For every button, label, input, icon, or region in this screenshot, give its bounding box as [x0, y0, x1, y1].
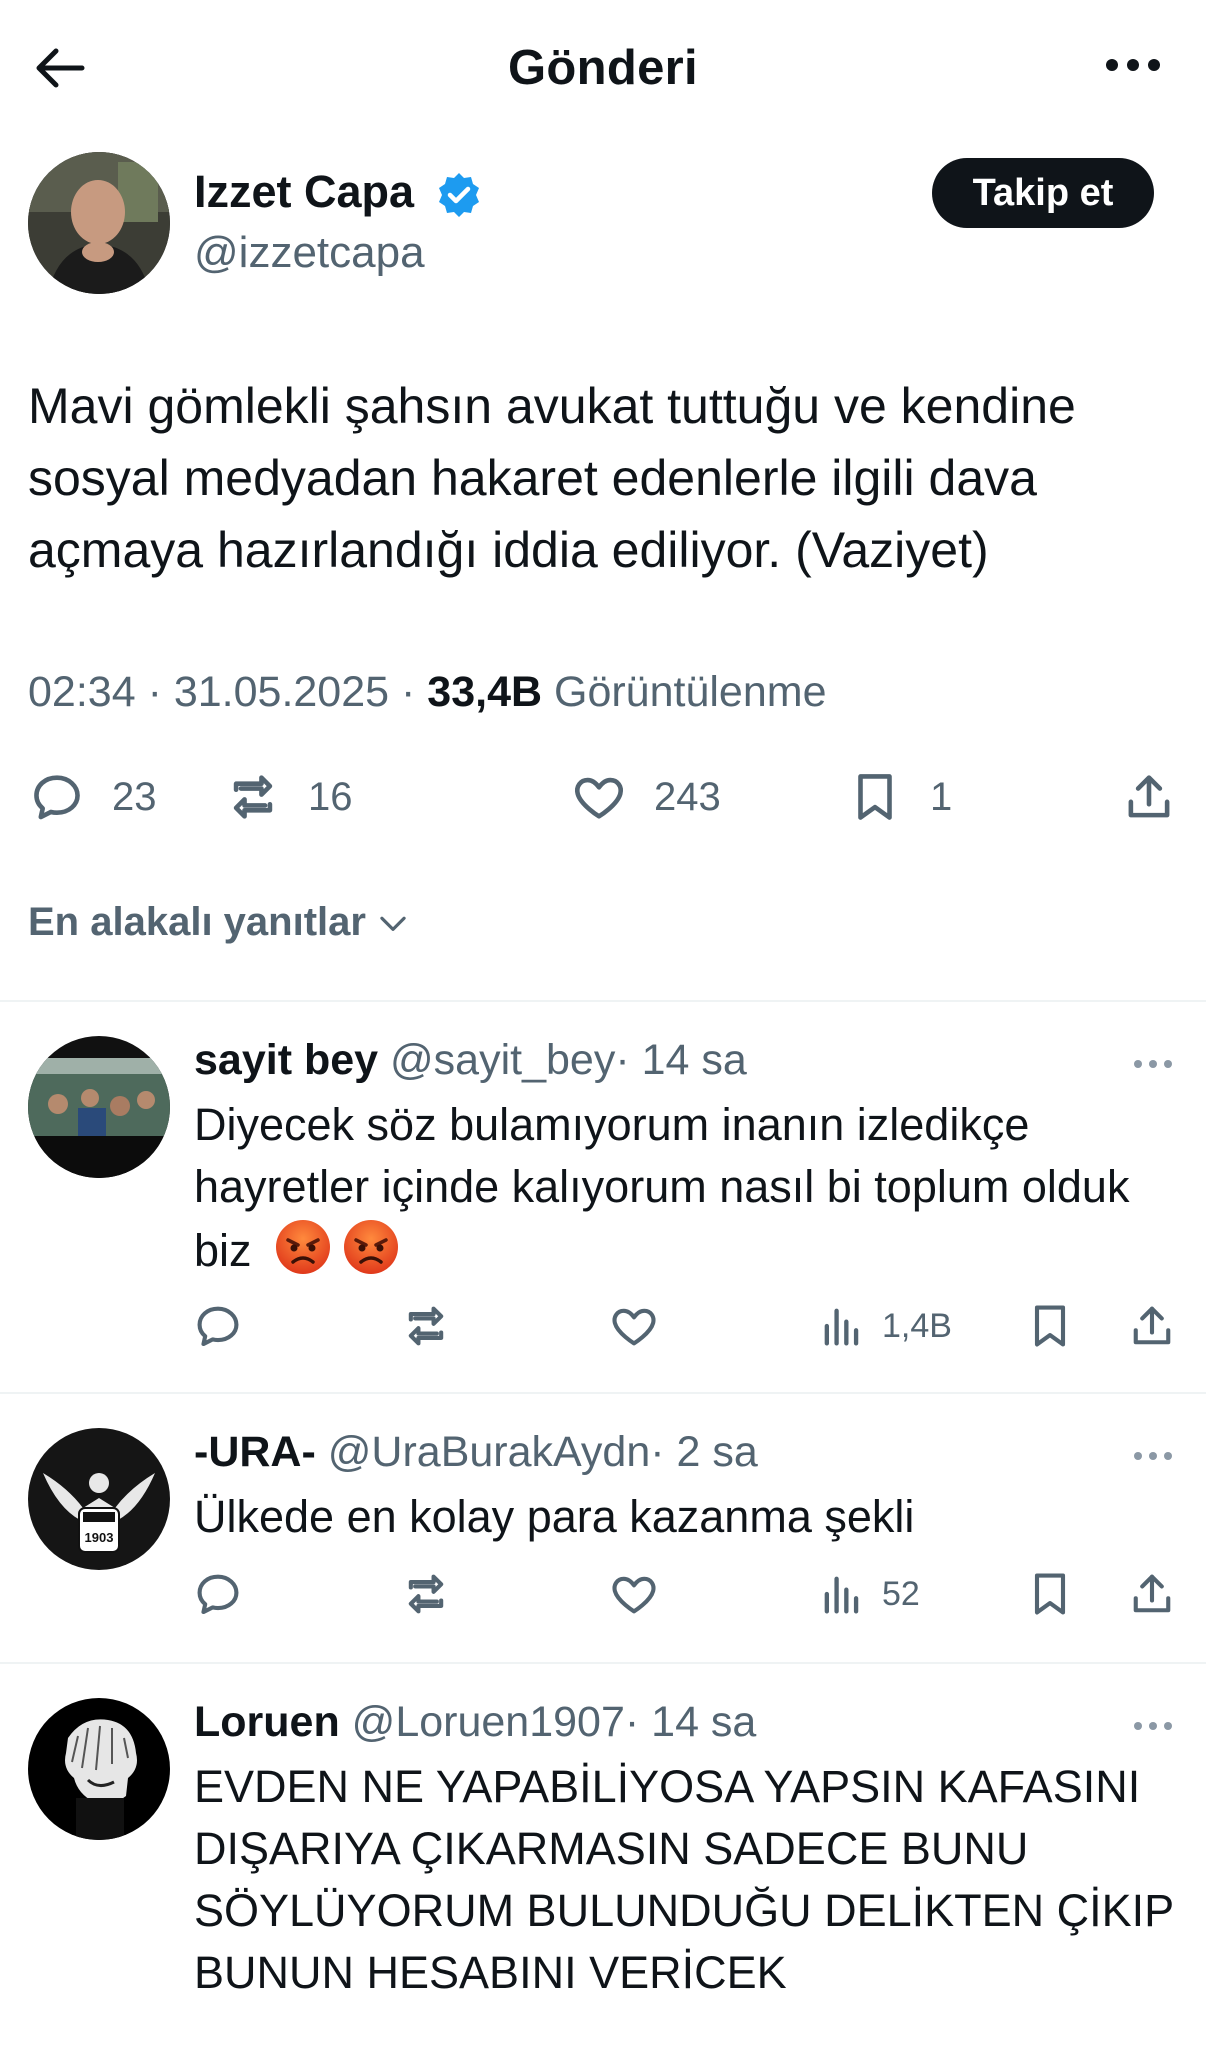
reply-dot: · [650, 1428, 665, 1476]
chevron-down-icon [380, 916, 406, 931]
repost-count: 16 [308, 774, 353, 819]
like-button[interactable]: 243 [570, 762, 721, 832]
reply-author-handle[interactable]: @UraBurakAydn [328, 1428, 651, 1476]
heart-icon [575, 777, 623, 819]
share-icon [1133, 1306, 1171, 1345]
reply-avatar[interactable]: 1903 [28, 1428, 170, 1570]
reply-action-bar: 52 [0, 1564, 1206, 1624]
heart-icon [612, 1576, 656, 1614]
reply-item[interactable]: Loruen @Loruen1907· 14 sa EVDEN NE YAPAB… [0, 1662, 1206, 2057]
reply-views-count: 1,4B [882, 1306, 952, 1345]
page-title: Gönderi [508, 41, 698, 95]
repost-button[interactable]: 16 [224, 762, 353, 832]
reply-action-bar: 1,4B [0, 1296, 1206, 1356]
reply-icon [197, 1574, 239, 1615]
author-handle[interactable]: @izzetcapa [194, 228, 425, 278]
angry-face-icon [342, 1218, 400, 1276]
reply-bookmark-button[interactable] [1024, 1296, 1076, 1356]
reply-text: Diyecek söz bulamıyorum inanın izledikçe… [194, 1094, 1184, 1282]
reply-like-button[interactable] [608, 1564, 660, 1624]
bookmark-count: 1 [930, 774, 953, 819]
share-icon [1133, 1574, 1171, 1613]
reply-author-handle[interactable]: @Loruen1907 [352, 1698, 625, 1746]
reply-text: EVDEN NE YAPABİLİYOSA YAPSIN KAFASINI DI… [194, 1761, 1174, 1998]
reply-header: sayit bey @sayit_bey· 14 sa [194, 1036, 747, 1085]
reply-header: -URA- @UraBurakAydn· 2 sa [194, 1428, 758, 1477]
analytics-icon [824, 1576, 859, 1614]
reply-header: Loruen @Loruen1907· 14 sa [194, 1698, 756, 1747]
like-count: 243 [654, 774, 721, 819]
svg-text:1903: 1903 [85, 1530, 114, 1545]
reply-dot: · [624, 1698, 640, 1746]
tweet-action-bar: 23 16 243 1 [0, 762, 1206, 842]
reply-reply-button[interactable] [192, 1296, 244, 1356]
reply-repost-button[interactable] [400, 1564, 452, 1624]
reply-more-icon[interactable] [1128, 1706, 1178, 1746]
reply-time[interactable]: 2 sa [677, 1428, 758, 1476]
reply-author-handle[interactable]: @sayit_bey [390, 1036, 615, 1084]
meta-separator: · [401, 668, 416, 716]
reply-item[interactable]: sayit bey @sayit_bey· 14 sa Diyecek söz … [0, 1000, 1206, 1392]
replies-sort-dropdown[interactable]: En alakalı yanıtlar [28, 900, 412, 945]
reply-repost-button[interactable] [400, 1296, 452, 1356]
bookmark-icon [1034, 1305, 1066, 1347]
reply-avatar[interactable] [28, 1698, 170, 1840]
angry-face-icon [274, 1218, 332, 1276]
reply-more-icon[interactable] [1128, 1044, 1178, 1084]
share-icon [1128, 775, 1170, 818]
reply-author-name[interactable]: sayit bey [194, 1036, 378, 1084]
bookmark-button[interactable]: 1 [846, 762, 952, 832]
tweet-text: Mavi gömlekli şahsın avukat tuttuğu ve k… [28, 378, 1076, 578]
repost-icon [408, 1574, 444, 1614]
post-detail-screen: Gönderi Izzet Capa @izzetcapa Takip et M… [0, 0, 1206, 2057]
meta-separator: · [147, 668, 162, 716]
bookmark-icon [1034, 1573, 1066, 1615]
views-label: Görüntülenme [554, 668, 827, 716]
sort-label: En alakalı yanıtlar [28, 900, 366, 944]
follow-button[interactable]: Takip et [932, 158, 1154, 228]
reply-avatar[interactable] [28, 1036, 170, 1178]
reply-share-button[interactable] [1126, 1296, 1178, 1356]
reply-share-button[interactable] [1126, 1564, 1178, 1624]
reply-bookmark-button[interactable] [1024, 1564, 1076, 1624]
verified-badge-icon [434, 170, 484, 220]
reply-author-name[interactable]: -URA- [194, 1428, 316, 1476]
reply-views-button[interactable]: 1,4B [816, 1296, 952, 1356]
author-avatar[interactable] [28, 152, 170, 294]
reply-icon [197, 1306, 239, 1347]
reply-author-name[interactable]: Loruen [194, 1698, 340, 1746]
repost-icon [233, 775, 273, 819]
reply-text: Ülkede en kolay para kazanma şekli [194, 1491, 915, 1542]
bookmark-icon [858, 774, 892, 820]
reply-count: 23 [112, 774, 157, 819]
reply-more-icon[interactable] [1128, 1436, 1178, 1476]
tweet-date[interactable]: 31.05.2025 [174, 668, 389, 716]
reply-icon [34, 775, 80, 820]
share-button[interactable] [1120, 762, 1178, 832]
reply-like-button[interactable] [608, 1296, 660, 1356]
reply-text-content: Diyecek söz bulamıyorum inanın izledikçe… [194, 1099, 1130, 1276]
reply-item[interactable]: 1903 -URA- @UraBurakAydn· 2 sa Ülkede en… [0, 1392, 1206, 1662]
reply-views-button[interactable]: 52 [816, 1564, 920, 1624]
author-name[interactable]: Izzet Capa [194, 166, 414, 218]
more-options-icon[interactable] [1098, 40, 1168, 90]
tweet-time[interactable]: 02:34 [28, 668, 136, 716]
tweet-meta: 02:34 · 31.05.2025 · 33,4B Görüntülenme [28, 668, 827, 717]
heart-icon [612, 1308, 656, 1346]
reply-reply-button[interactable] [192, 1564, 244, 1624]
reply-time[interactable]: 14 sa [651, 1698, 756, 1746]
views-count: 33,4B [427, 668, 543, 716]
repost-icon [408, 1306, 444, 1346]
reply-dot: · [615, 1036, 630, 1084]
reply-views-count: 52 [882, 1574, 920, 1613]
analytics-icon [824, 1308, 859, 1346]
reply-button[interactable]: 23 [28, 762, 157, 832]
top-bar: Gönderi [0, 0, 1206, 130]
reply-time[interactable]: 14 sa [642, 1036, 747, 1084]
